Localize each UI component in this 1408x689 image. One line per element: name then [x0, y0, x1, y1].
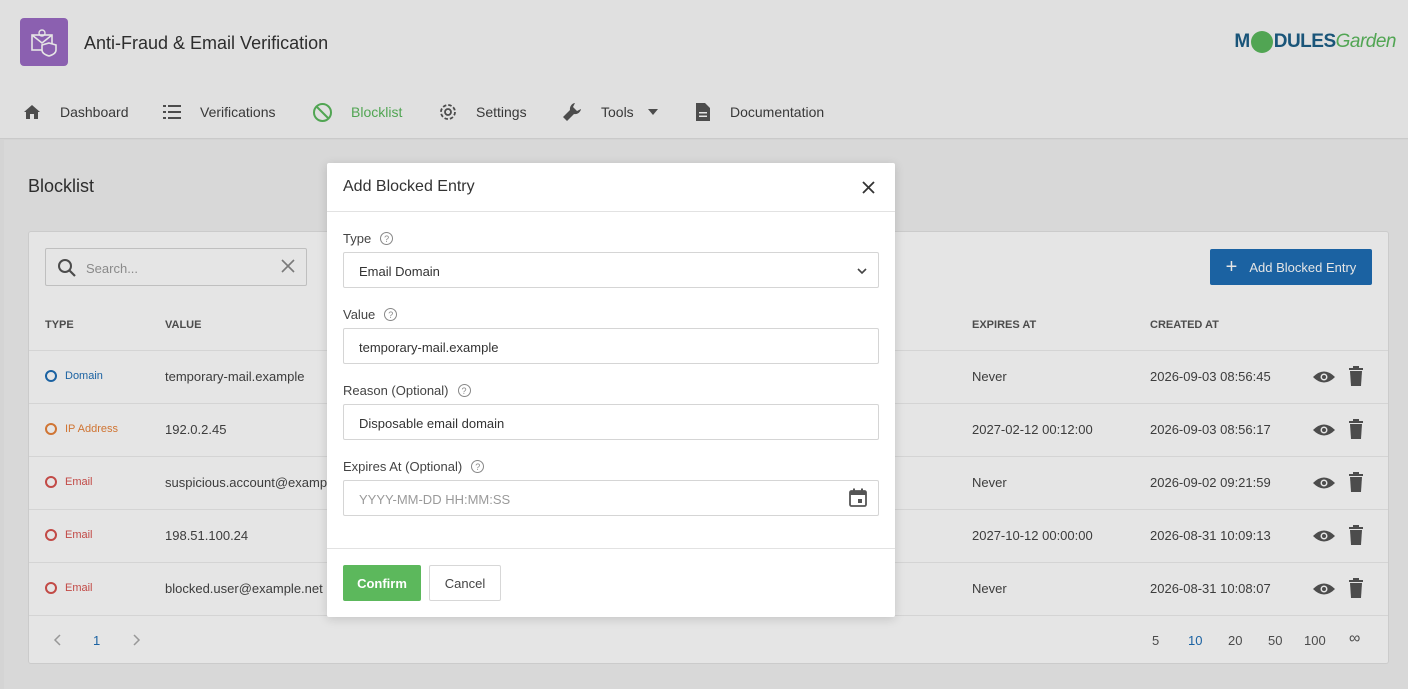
- type-label-text: Type: [343, 231, 372, 246]
- help-icon[interactable]: ?: [380, 232, 394, 245]
- help-icon[interactable]: ?: [384, 308, 398, 321]
- cancel-button[interactable]: Cancel: [429, 565, 501, 601]
- reason-label: Reason (Optional) ?: [343, 383, 471, 398]
- reason-label-text: Reason (Optional): [343, 383, 449, 398]
- confirm-button[interactable]: Confirm: [343, 565, 421, 601]
- value-label: Value ?: [343, 307, 398, 322]
- value-input[interactable]: temporary-mail.example: [343, 328, 879, 364]
- close-icon[interactable]: [862, 181, 875, 194]
- help-icon[interactable]: ?: [471, 460, 485, 473]
- value-label-text: Value: [343, 307, 376, 322]
- modal-divider: [327, 211, 895, 212]
- reason-input-value: Disposable email domain: [359, 416, 505, 431]
- type-label: Type ?: [343, 231, 394, 246]
- add-blocked-entry-modal: Add Blocked Entry Type ? Email Domain Va…: [327, 163, 895, 617]
- modal-footer-divider: [327, 548, 895, 549]
- expires-placeholder: YYYY-MM-DD HH:MM:SS: [359, 492, 511, 507]
- expires-input[interactable]: YYYY-MM-DD HH:MM:SS: [343, 480, 879, 516]
- chevron-down-icon: [857, 268, 867, 275]
- type-select-value: Email Domain: [359, 264, 440, 279]
- calendar-icon[interactable]: [848, 488, 868, 508]
- expires-label-text: Expires At (Optional): [343, 459, 463, 474]
- reason-input[interactable]: Disposable email domain: [343, 404, 879, 440]
- expires-label: Expires At (Optional) ?: [343, 459, 485, 474]
- help-icon[interactable]: ?: [457, 384, 471, 397]
- type-select[interactable]: Email Domain: [343, 252, 879, 288]
- value-input-value: temporary-mail.example: [359, 340, 499, 355]
- modal-title: Add Blocked Entry: [343, 178, 475, 195]
